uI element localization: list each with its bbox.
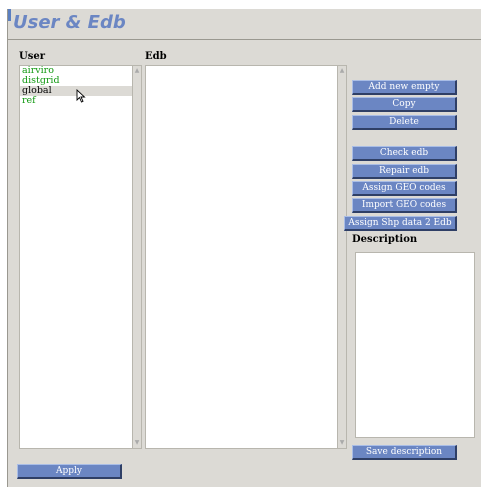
- description-textarea[interactable]: [355, 252, 475, 438]
- title-corner-mark: [8, 9, 11, 21]
- scroll-up-arrow-icon[interactable]: ▲: [133, 67, 141, 75]
- page-title: User & Edb: [13, 12, 126, 33]
- scroll-down-arrow-icon[interactable]: ▼: [133, 439, 141, 447]
- user-list[interactable]: airviro distgrid global ref: [19, 65, 133, 449]
- edb-list[interactable]: [145, 65, 339, 449]
- check-edb-button[interactable]: Check edb: [352, 146, 457, 161]
- delete-button[interactable]: Delete: [352, 115, 457, 130]
- copy-button[interactable]: Copy: [352, 97, 457, 112]
- import-geo-codes-button[interactable]: Import GEO codes: [352, 198, 457, 213]
- repair-edb-button[interactable]: Repair edb: [352, 164, 457, 179]
- scroll-up-arrow-icon[interactable]: ▲: [338, 67, 346, 75]
- user-edb-window: User & Edb User airviro distgrid global …: [7, 9, 481, 487]
- title-bar: User & Edb: [8, 9, 481, 40]
- user-list-header: User: [19, 51, 45, 62]
- edb-list-scrollbar[interactable]: ▲ ▼: [337, 65, 347, 449]
- assign-shp-data-button[interactable]: Assign Shp data 2 Edb: [344, 216, 457, 231]
- user-list-scrollbar[interactable]: ▲ ▼: [132, 65, 142, 449]
- description-label: Description: [352, 234, 418, 245]
- apply-button[interactable]: Apply: [17, 464, 122, 479]
- scroll-down-arrow-icon[interactable]: ▼: [338, 439, 346, 447]
- mouse-pointer-icon: [76, 89, 86, 103]
- save-description-button[interactable]: Save description: [352, 445, 457, 460]
- assign-geo-codes-button[interactable]: Assign GEO codes: [352, 181, 457, 196]
- edb-list-header: Edb: [145, 51, 167, 62]
- add-new-empty-button[interactable]: Add new empty: [352, 80, 457, 95]
